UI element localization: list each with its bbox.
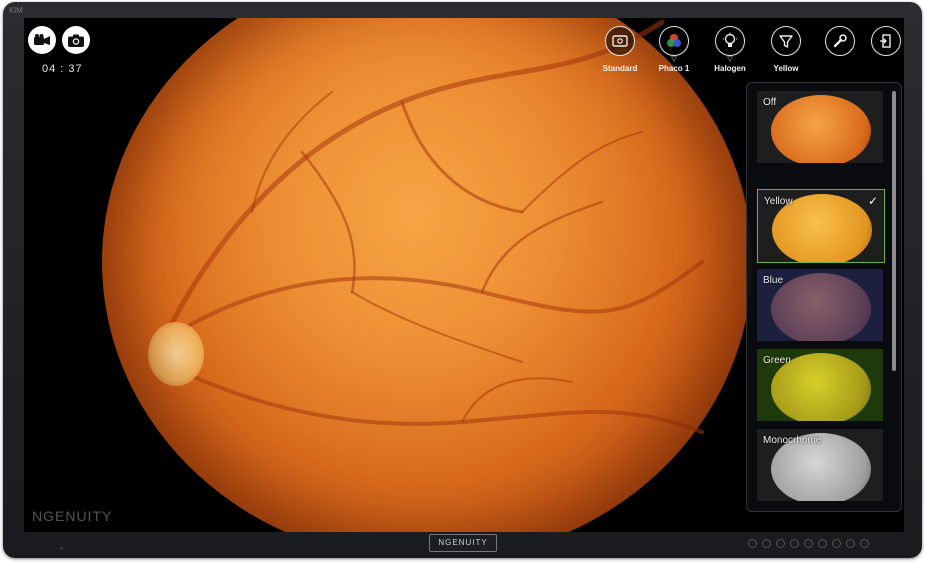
monitor-frame: KiM 04: 37 NGENUITY Standard ▽ Phaco 1 … [3,2,922,558]
filter-thumbnail [771,273,871,341]
settings-button[interactable] [818,26,862,56]
filter-option-yellow[interactable]: Yellow ✓ [757,189,885,263]
bulb-icon [715,26,745,56]
filter-option-blue[interactable]: Blue [757,269,883,341]
hardware-button[interactable] [846,539,855,548]
filter-option-monochrome[interactable]: Monocrhome [757,429,883,501]
video-camera-icon [34,34,50,45]
hardware-button[interactable] [860,539,869,548]
video-record-button[interactable] [28,26,56,54]
rgb-circles-icon [659,26,689,56]
wrench-icon [825,26,855,56]
filter-thumbnail [771,95,871,163]
filter-option-green[interactable]: Green [757,349,883,421]
filter-option-label: Green [763,355,791,366]
chevron-down-icon: ▽ [727,56,733,63]
filter-option-label: Off [763,97,777,108]
phaco-label: Phaco 1 [658,64,690,73]
filter-panel-scrollbar[interactable] [892,91,896,371]
filter-option-label: Monocrhome [763,435,822,446]
snapshot-button[interactable] [62,26,90,54]
hardware-button[interactable] [818,539,827,548]
exit-door-icon [871,26,901,56]
display-screen: 04 : 37 NGENUITY Standard ▽ Phaco 1 ▽ Ha… [24,18,904,532]
halogen-light-button[interactable]: ▽ Halogen [708,26,752,73]
standard-view-button[interactable]: Standard [598,26,642,73]
hardware-button[interactable] [776,539,785,548]
hardware-button[interactable] [762,539,771,548]
filter-button[interactable]: Yellow [764,26,808,73]
hardware-buttons [748,539,869,548]
funnel-icon [771,26,801,56]
fundus-vignette [102,18,752,532]
checkmark-icon: ✓ [867,194,878,208]
left-control-panel: 04 : 37 NGENUITY [24,18,111,532]
hardware-button[interactable] [748,539,757,548]
hardware-button[interactable] [832,539,841,548]
exit-button[interactable] [864,26,904,56]
bezel-logo: NGENUITY [429,534,497,552]
photo-camera-icon [68,34,84,47]
toolbar-caret [764,56,808,63]
screen-icon [605,26,635,56]
bezel-sensor [60,547,63,550]
filter-panel: Off Yellow ✓ Blue Green Monocrhome [746,82,902,512]
chevron-down-icon: ▽ [671,56,677,63]
phaco-mode-button[interactable]: ▽ Phaco 1 [652,26,696,73]
hardware-button[interactable] [790,539,799,548]
filter-option-off[interactable]: Off [757,91,883,163]
standard-label: Standard [602,64,638,73]
recording-timer: 04 : 37 [42,63,83,75]
hardware-button[interactable] [804,539,813,548]
filter-option-label: Yellow [764,196,793,207]
ngenuity-watermark: NGENUITY [32,508,113,524]
filter-label: Yellow [773,64,799,73]
bezel-label: KiM [9,6,23,15]
halogen-label: Halogen [714,64,746,73]
toolbar-caret [598,56,642,63]
filter-option-label: Blue [763,275,784,286]
fundus-image [102,18,752,532]
